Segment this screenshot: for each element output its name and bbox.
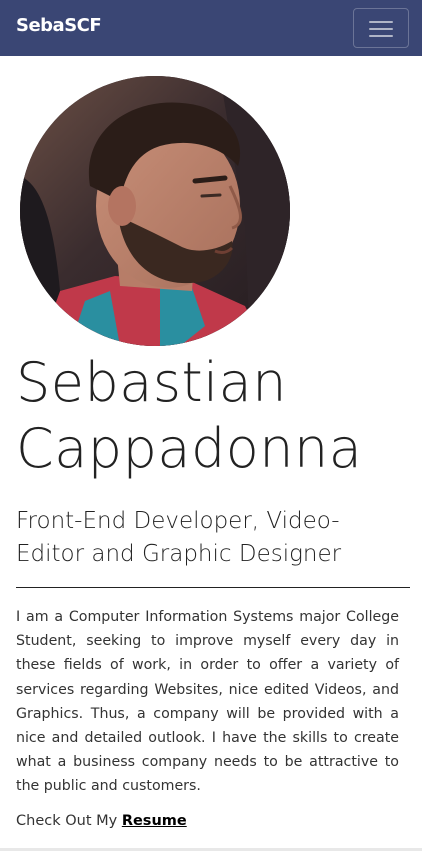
- bio-paragraph: I am a Computer Information Systems majo…: [16, 609, 399, 795]
- page-title: Sebastian Cappadonna: [16, 350, 416, 482]
- resume-prefix: Check Out My: [16, 813, 118, 829]
- name-first: Sebastian: [16, 351, 287, 414]
- tagline-line-2: Editor and Graphic Designer: [16, 541, 342, 567]
- profile-photo: [20, 76, 290, 346]
- profile-photo-illustration: [20, 76, 290, 346]
- menu-toggle-button[interactable]: [353, 8, 409, 48]
- name-last: Cappadonna: [16, 417, 363, 480]
- hamburger-menu-icon: [369, 35, 393, 37]
- resume-line: Check Out My Resume: [16, 813, 187, 829]
- hamburger-menu-icon: [369, 21, 393, 23]
- tagline: Front-End Developer, Video- Editor and G…: [16, 505, 416, 571]
- resume-link[interactable]: Resume: [122, 813, 187, 829]
- hamburger-menu-icon: [369, 28, 393, 30]
- navbar: SebaSCF: [0, 0, 422, 56]
- divider: [16, 587, 410, 588]
- brand-link[interactable]: SebaSCF: [16, 15, 102, 36]
- tagline-line-1: Front-End Developer, Video-: [16, 508, 340, 534]
